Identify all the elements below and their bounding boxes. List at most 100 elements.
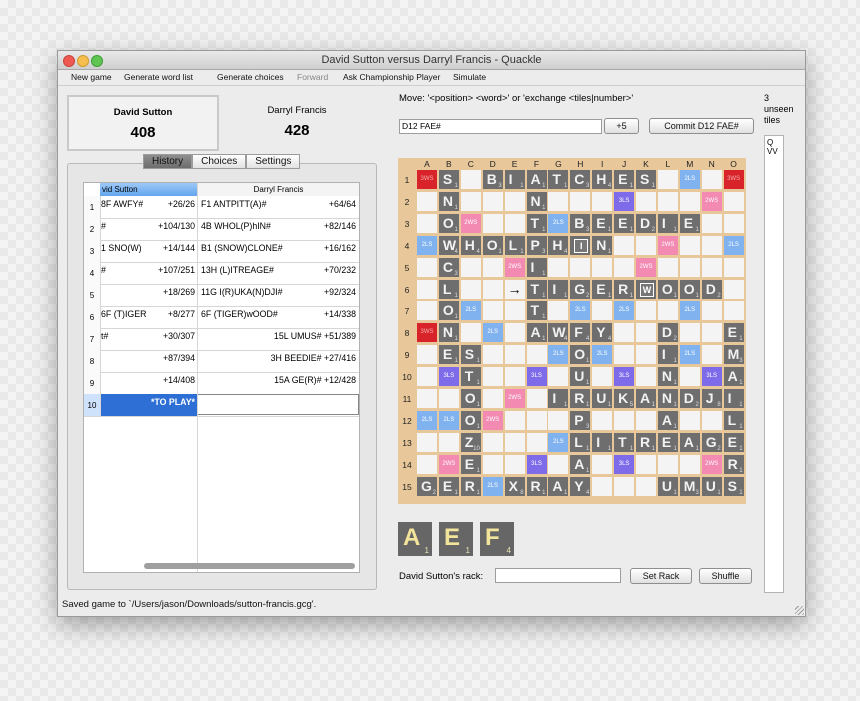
- letter-tile[interactable]: G2: [570, 279, 591, 299]
- board-square[interactable]: [504, 345, 525, 365]
- letter-tile[interactable]: O1: [570, 345, 591, 365]
- letter-tile[interactable]: E1: [438, 345, 459, 365]
- rack-input[interactable]: [495, 568, 621, 583]
- board-square[interactable]: [417, 257, 437, 277]
- history-scrollbar[interactable]: [144, 563, 355, 569]
- rack-tile[interactable]: A1: [398, 522, 432, 556]
- letter-tile[interactable]: W4: [438, 235, 459, 255]
- board-square[interactable]: [548, 454, 569, 474]
- letter-tile[interactable]: G2: [701, 432, 722, 452]
- letter-tile[interactable]: T1: [548, 170, 569, 189]
- table-row[interactable]: 7 t# +30/307 15L UMUS# +51/389: [84, 328, 359, 351]
- letter-tile[interactable]: W: [636, 279, 656, 299]
- letter-tile[interactable]: W4: [548, 323, 569, 343]
- board-square[interactable]: [636, 301, 656, 321]
- letter-tile[interactable]: A1: [679, 432, 700, 452]
- rack-tile[interactable]: F4: [480, 522, 514, 556]
- premium-square-2l[interactable]: 2LS: [548, 213, 569, 233]
- history-header-player2[interactable]: Darryl Francis: [198, 183, 359, 196]
- letter-tile[interactable]: E1: [438, 476, 459, 496]
- board-square[interactable]: [504, 191, 525, 211]
- premium-square-2l[interactable]: 2LS: [460, 301, 481, 321]
- board-square[interactable]: [657, 170, 678, 189]
- letter-tile[interactable]: O1: [679, 279, 700, 299]
- board-square[interactable]: [592, 191, 613, 211]
- premium-square-2w[interactable]: 2WS: [701, 454, 722, 474]
- letter-tile[interactable]: E1: [657, 432, 678, 452]
- letter-tile[interactable]: E1: [723, 323, 744, 343]
- generate-word-list-button[interactable]: Generate word list: [124, 70, 193, 85]
- board-square[interactable]: [592, 257, 613, 277]
- letter-tile[interactable]: A1: [636, 389, 656, 408]
- letter-tile[interactable]: R1: [723, 454, 744, 474]
- board-square[interactable]: [701, 301, 722, 321]
- board-square[interactable]: [701, 235, 722, 255]
- letter-tile[interactable]: I1: [526, 257, 547, 277]
- board-square[interactable]: [614, 323, 635, 343]
- letter-tile[interactable]: T1: [526, 301, 547, 321]
- board-square[interactable]: [504, 454, 525, 474]
- premium-square-2l[interactable]: 2LS: [570, 301, 591, 321]
- letter-tile[interactable]: K5: [614, 389, 635, 408]
- letter-tile[interactable]: I1: [548, 389, 569, 408]
- letter-tile[interactable]: U1: [657, 476, 678, 496]
- letter-tile[interactable]: T1: [526, 279, 547, 299]
- letter-tile[interactable]: T1: [460, 367, 481, 387]
- letter-tile[interactable]: I1: [592, 432, 613, 452]
- letter-tile[interactable]: U1: [570, 367, 591, 387]
- letter-tile[interactable]: C3: [570, 170, 591, 189]
- board-square[interactable]: [504, 301, 525, 321]
- board-square[interactable]: [482, 279, 503, 299]
- board-square[interactable]: [482, 389, 503, 408]
- letter-tile[interactable]: T1: [526, 213, 547, 233]
- premium-square-2l[interactable]: 2LS: [482, 476, 503, 496]
- commit-move-button[interactable]: Commit D12 FAE#: [649, 118, 754, 134]
- letter-tile[interactable]: I: [570, 235, 591, 255]
- board-square[interactable]: [417, 454, 437, 474]
- board-square[interactable]: [636, 454, 656, 474]
- letter-tile[interactable]: L1: [570, 432, 591, 452]
- board-square[interactable]: [701, 257, 722, 277]
- letter-tile[interactable]: E1: [460, 454, 481, 474]
- board-square[interactable]: [548, 367, 569, 387]
- premium-square-2l[interactable]: 2LS: [438, 410, 459, 430]
- board-square[interactable]: [614, 345, 635, 365]
- board-square[interactable]: [614, 235, 635, 255]
- letter-tile[interactable]: O1: [460, 389, 481, 408]
- premium-square-3l[interactable]: 3LS: [438, 367, 459, 387]
- shuffle-button[interactable]: Shuffle: [699, 568, 752, 584]
- premium-square-3w[interactable]: 3WS: [417, 323, 437, 343]
- board-square[interactable]: [438, 389, 459, 408]
- letter-tile[interactable]: M3: [679, 476, 700, 496]
- board-square[interactable]: [482, 432, 503, 452]
- letter-tile[interactable]: S1: [723, 476, 744, 496]
- letter-tile[interactable]: I1: [657, 213, 678, 233]
- table-row[interactable]: 2 # +104/130 4B WHOL(P)hIN# +82/146: [84, 218, 359, 241]
- premium-square-2l[interactable]: 2LS: [548, 345, 569, 365]
- letter-tile[interactable]: H4: [548, 235, 569, 255]
- board-square[interactable]: [592, 476, 613, 496]
- premium-square-3l[interactable]: 3LS: [614, 454, 635, 474]
- premium-square-2l[interactable]: 2LS: [548, 432, 569, 452]
- board-square[interactable]: [636, 367, 656, 387]
- board-square[interactable]: [636, 476, 656, 496]
- letter-tile[interactable]: A1: [526, 170, 547, 189]
- generate-choices-button[interactable]: Generate choices: [217, 70, 284, 85]
- board-square[interactable]: [570, 257, 591, 277]
- board-square[interactable]: [723, 257, 744, 277]
- board-square[interactable]: [657, 191, 678, 211]
- board-square[interactable]: [504, 323, 525, 343]
- board-square[interactable]: [417, 301, 437, 321]
- letter-tile[interactable]: R1: [460, 476, 481, 496]
- table-row[interactable]: 8 +87/394 3H BEEDIE# +27/416: [84, 350, 359, 373]
- premium-square-2w[interactable]: 2WS: [701, 191, 722, 211]
- letter-tile[interactable]: B3: [570, 213, 591, 233]
- letter-tile[interactable]: D2: [636, 213, 656, 233]
- minimize-icon[interactable]: [77, 55, 89, 67]
- premium-square-2l[interactable]: 2LS: [417, 410, 437, 430]
- premium-square-3l[interactable]: 3LS: [526, 367, 547, 387]
- table-row[interactable]: 5 +18/269 11G I(R)UKA(N)DJI# +92/324: [84, 284, 359, 307]
- tab-history[interactable]: History: [143, 154, 193, 169]
- board-square[interactable]: [482, 213, 503, 233]
- letter-tile[interactable]: X8: [504, 476, 525, 496]
